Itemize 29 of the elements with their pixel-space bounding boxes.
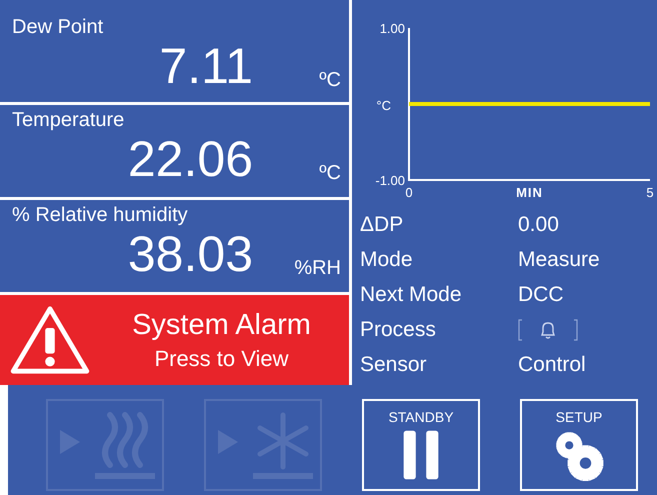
reading-unit: ºC — [318, 161, 341, 186]
x-tick-label: 0 — [405, 185, 413, 200]
reading-unit: %RH — [293, 256, 341, 281]
status-value: DCC — [518, 282, 564, 306]
x-axis-label: MIN — [516, 185, 543, 200]
reading-value: 38.03 — [128, 226, 253, 282]
x-tick-label: 5 — [646, 185, 654, 200]
reading-value: 22.06 — [128, 131, 253, 187]
y-axis-label: °C — [376, 98, 391, 113]
status-label: Mode — [360, 248, 414, 272]
reading-unit: ºC — [318, 68, 341, 93]
mode-button[interactable]: SETUP — [520, 399, 638, 491]
y-tick-label: 1.00 — [380, 21, 405, 36]
status-label: Process — [360, 318, 437, 342]
alarm-button[interactable]: System Alarm Press to View — [0, 295, 349, 385]
bracketed-bell-icon — [518, 318, 578, 342]
warning-icon — [10, 305, 90, 375]
y-tick-label: -1.00 — [375, 173, 405, 188]
status-value: Measure — [518, 248, 600, 272]
reading-label: Dew Point — [12, 16, 104, 38]
reading-value: 7.11 — [159, 38, 253, 94]
reading-label: Temperature — [12, 109, 126, 131]
mode-button[interactable]: STANDBY — [362, 399, 480, 491]
status-label: Sensor — [360, 352, 428, 376]
status-label: ΔDP — [360, 212, 404, 236]
status-value: 0.00 — [518, 212, 559, 236]
status-value: Control — [518, 352, 586, 376]
status-label: Next Mode — [360, 282, 463, 306]
reading-label: % Relative humidity — [12, 204, 189, 226]
